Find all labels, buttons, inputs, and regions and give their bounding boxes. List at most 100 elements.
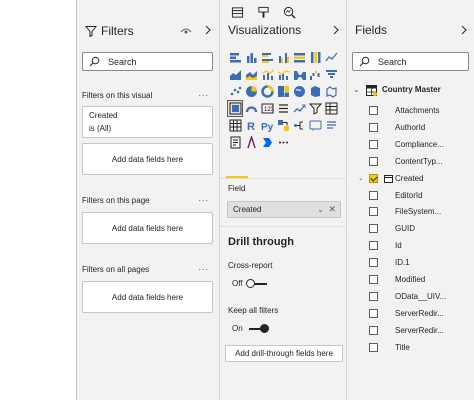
gauge-icon[interactable] <box>243 100 259 117</box>
field-checkbox[interactable] <box>369 122 378 132</box>
power-apps-icon[interactable] <box>243 134 259 151</box>
field-checkbox[interactable] <box>369 241 378 251</box>
field-checkbox[interactable] <box>369 156 378 166</box>
ribbon-chart-icon[interactable] <box>291 66 307 83</box>
keep-filters-toggle[interactable]: On <box>232 324 282 334</box>
field-item[interactable]: AuthorId <box>369 120 473 136</box>
field-checkbox[interactable] <box>369 325 378 335</box>
clustered-column-icon[interactable] <box>275 49 291 66</box>
field-checkbox[interactable] <box>369 342 378 352</box>
field-item[interactable]: EditorId <box>369 188 473 204</box>
key-influencers-icon[interactable] <box>275 117 291 134</box>
field-name: GUID <box>395 224 415 234</box>
stacked-column-icon[interactable] <box>243 49 259 66</box>
shape-map-icon[interactable] <box>323 83 339 100</box>
chevron-right-icon[interactable] <box>204 25 212 35</box>
add-report-filter-well[interactable]: Add data fields here <box>82 281 213 313</box>
chevron-right-icon[interactable] <box>332 25 340 35</box>
report-canvas[interactable] <box>0 0 77 400</box>
field-checkbox[interactable] <box>369 275 378 284</box>
fields-search-input[interactable]: Search <box>352 52 469 71</box>
fields-tab-icon[interactable] <box>228 3 246 21</box>
field-checkbox[interactable] <box>369 190 378 200</box>
field-item[interactable]: FileSystem... <box>369 204 473 220</box>
toggle-knob <box>246 279 255 288</box>
field-item[interactable]: ServerRedir... <box>369 306 473 322</box>
analytics-tab-icon[interactable] <box>280 3 298 21</box>
r-visual-icon[interactable]: R <box>243 117 259 134</box>
field-checkbox[interactable] <box>369 207 378 217</box>
map-icon[interactable] <box>291 83 307 100</box>
drill-through-title: Drill through <box>228 236 294 248</box>
paginated-icon[interactable] <box>227 134 243 151</box>
field-item[interactable]: Modified <box>369 272 473 288</box>
power-automate-icon[interactable] <box>259 134 275 151</box>
line-column-icon[interactable] <box>259 66 275 83</box>
field-item[interactable]: Attachments <box>369 103 473 119</box>
add-drill-through-well[interactable]: Add drill-through fields here <box>225 345 343 362</box>
visual-filter-card[interactable]: Created is (All) <box>82 106 213 138</box>
matrix-icon[interactable] <box>227 117 243 134</box>
decomposition-tree-icon[interactable] <box>291 117 307 134</box>
field-item[interactable]: ID.1 <box>369 255 473 271</box>
line-clustered-icon[interactable] <box>275 66 291 83</box>
chevron-down-icon[interactable]: ⌄ <box>358 174 364 182</box>
more-options-icon[interactable]: ... <box>198 88 209 98</box>
python-visual-icon[interactable]: Py <box>259 117 275 134</box>
field-item[interactable]: Compliance... <box>369 137 473 153</box>
table-icon[interactable] <box>323 100 339 117</box>
slicer-icon[interactable] <box>307 100 323 117</box>
multirow-card-icon[interactable] <box>275 100 291 117</box>
area-chart-icon[interactable] <box>227 66 243 83</box>
field-checkbox[interactable] <box>369 291 378 301</box>
field-checkbox[interactable] <box>369 139 378 149</box>
table-node[interactable]: ⌄ Country Master <box>350 84 470 98</box>
stacked-bar-icon[interactable] <box>227 49 243 66</box>
more-visuals-icon[interactable] <box>275 134 291 151</box>
field-item[interactable]: GUID <box>369 221 473 237</box>
field-item[interactable]: OData__UIV... <box>369 289 473 305</box>
field-item[interactable]: Id <box>369 238 473 254</box>
field-item[interactable]: ServerRedir... <box>369 323 473 339</box>
field-item[interactable]: ⌄ Created <box>358 171 473 187</box>
field-checkbox[interactable] <box>369 224 378 234</box>
clustered-bar-icon[interactable] <box>259 49 275 66</box>
qa-icon[interactable] <box>307 117 323 134</box>
pie-chart-icon[interactable] <box>243 83 259 100</box>
azure-map-icon[interactable] <box>227 100 243 117</box>
stacked-area-icon[interactable] <box>243 66 259 83</box>
chevron-down-icon[interactable]: ⌄ <box>317 205 324 214</box>
eye-icon[interactable] <box>180 27 192 35</box>
remove-field-icon[interactable]: ✕ <box>328 204 336 215</box>
scatter-icon[interactable] <box>227 83 243 100</box>
100-bar-icon[interactable] <box>291 49 307 66</box>
field-item[interactable]: ContentTyp... <box>369 154 473 170</box>
more-options-icon[interactable]: ... <box>198 193 209 203</box>
cross-report-toggle[interactable]: Off <box>232 279 282 289</box>
filters-on-page-label: Filters on this page <box>82 196 150 205</box>
kpi-icon[interactable] <box>291 100 307 117</box>
format-tab-icon[interactable] <box>254 3 272 21</box>
treemap-icon[interactable] <box>275 83 291 100</box>
chevron-right-icon[interactable] <box>460 25 468 35</box>
donut-chart-icon[interactable] <box>259 83 275 100</box>
field-well[interactable]: Created ⌄ ✕ <box>227 201 341 218</box>
add-page-filter-well[interactable]: Add data fields here <box>82 212 213 244</box>
waterfall-icon[interactable] <box>307 66 323 83</box>
chevron-down-icon[interactable]: ⌄ <box>353 85 360 94</box>
field-checkbox[interactable] <box>369 173 378 183</box>
filters-search-input[interactable]: Search <box>82 52 213 71</box>
smart-narrative-icon[interactable] <box>323 117 339 134</box>
field-checkbox[interactable] <box>369 106 378 115</box>
add-visual-filter-well[interactable]: Add data fields here <box>82 143 213 175</box>
search-placeholder: Search <box>108 57 137 67</box>
100-column-icon[interactable] <box>307 49 323 66</box>
field-checkbox[interactable] <box>369 258 378 268</box>
funnel-icon[interactable] <box>323 66 339 83</box>
more-options-icon[interactable]: ... <box>198 262 209 272</box>
line-chart-icon[interactable] <box>323 49 339 66</box>
field-checkbox[interactable] <box>369 308 378 318</box>
filled-map-icon[interactable] <box>307 83 323 100</box>
card-icon[interactable]: 123 <box>259 100 275 117</box>
field-item[interactable]: Title <box>369 340 473 356</box>
